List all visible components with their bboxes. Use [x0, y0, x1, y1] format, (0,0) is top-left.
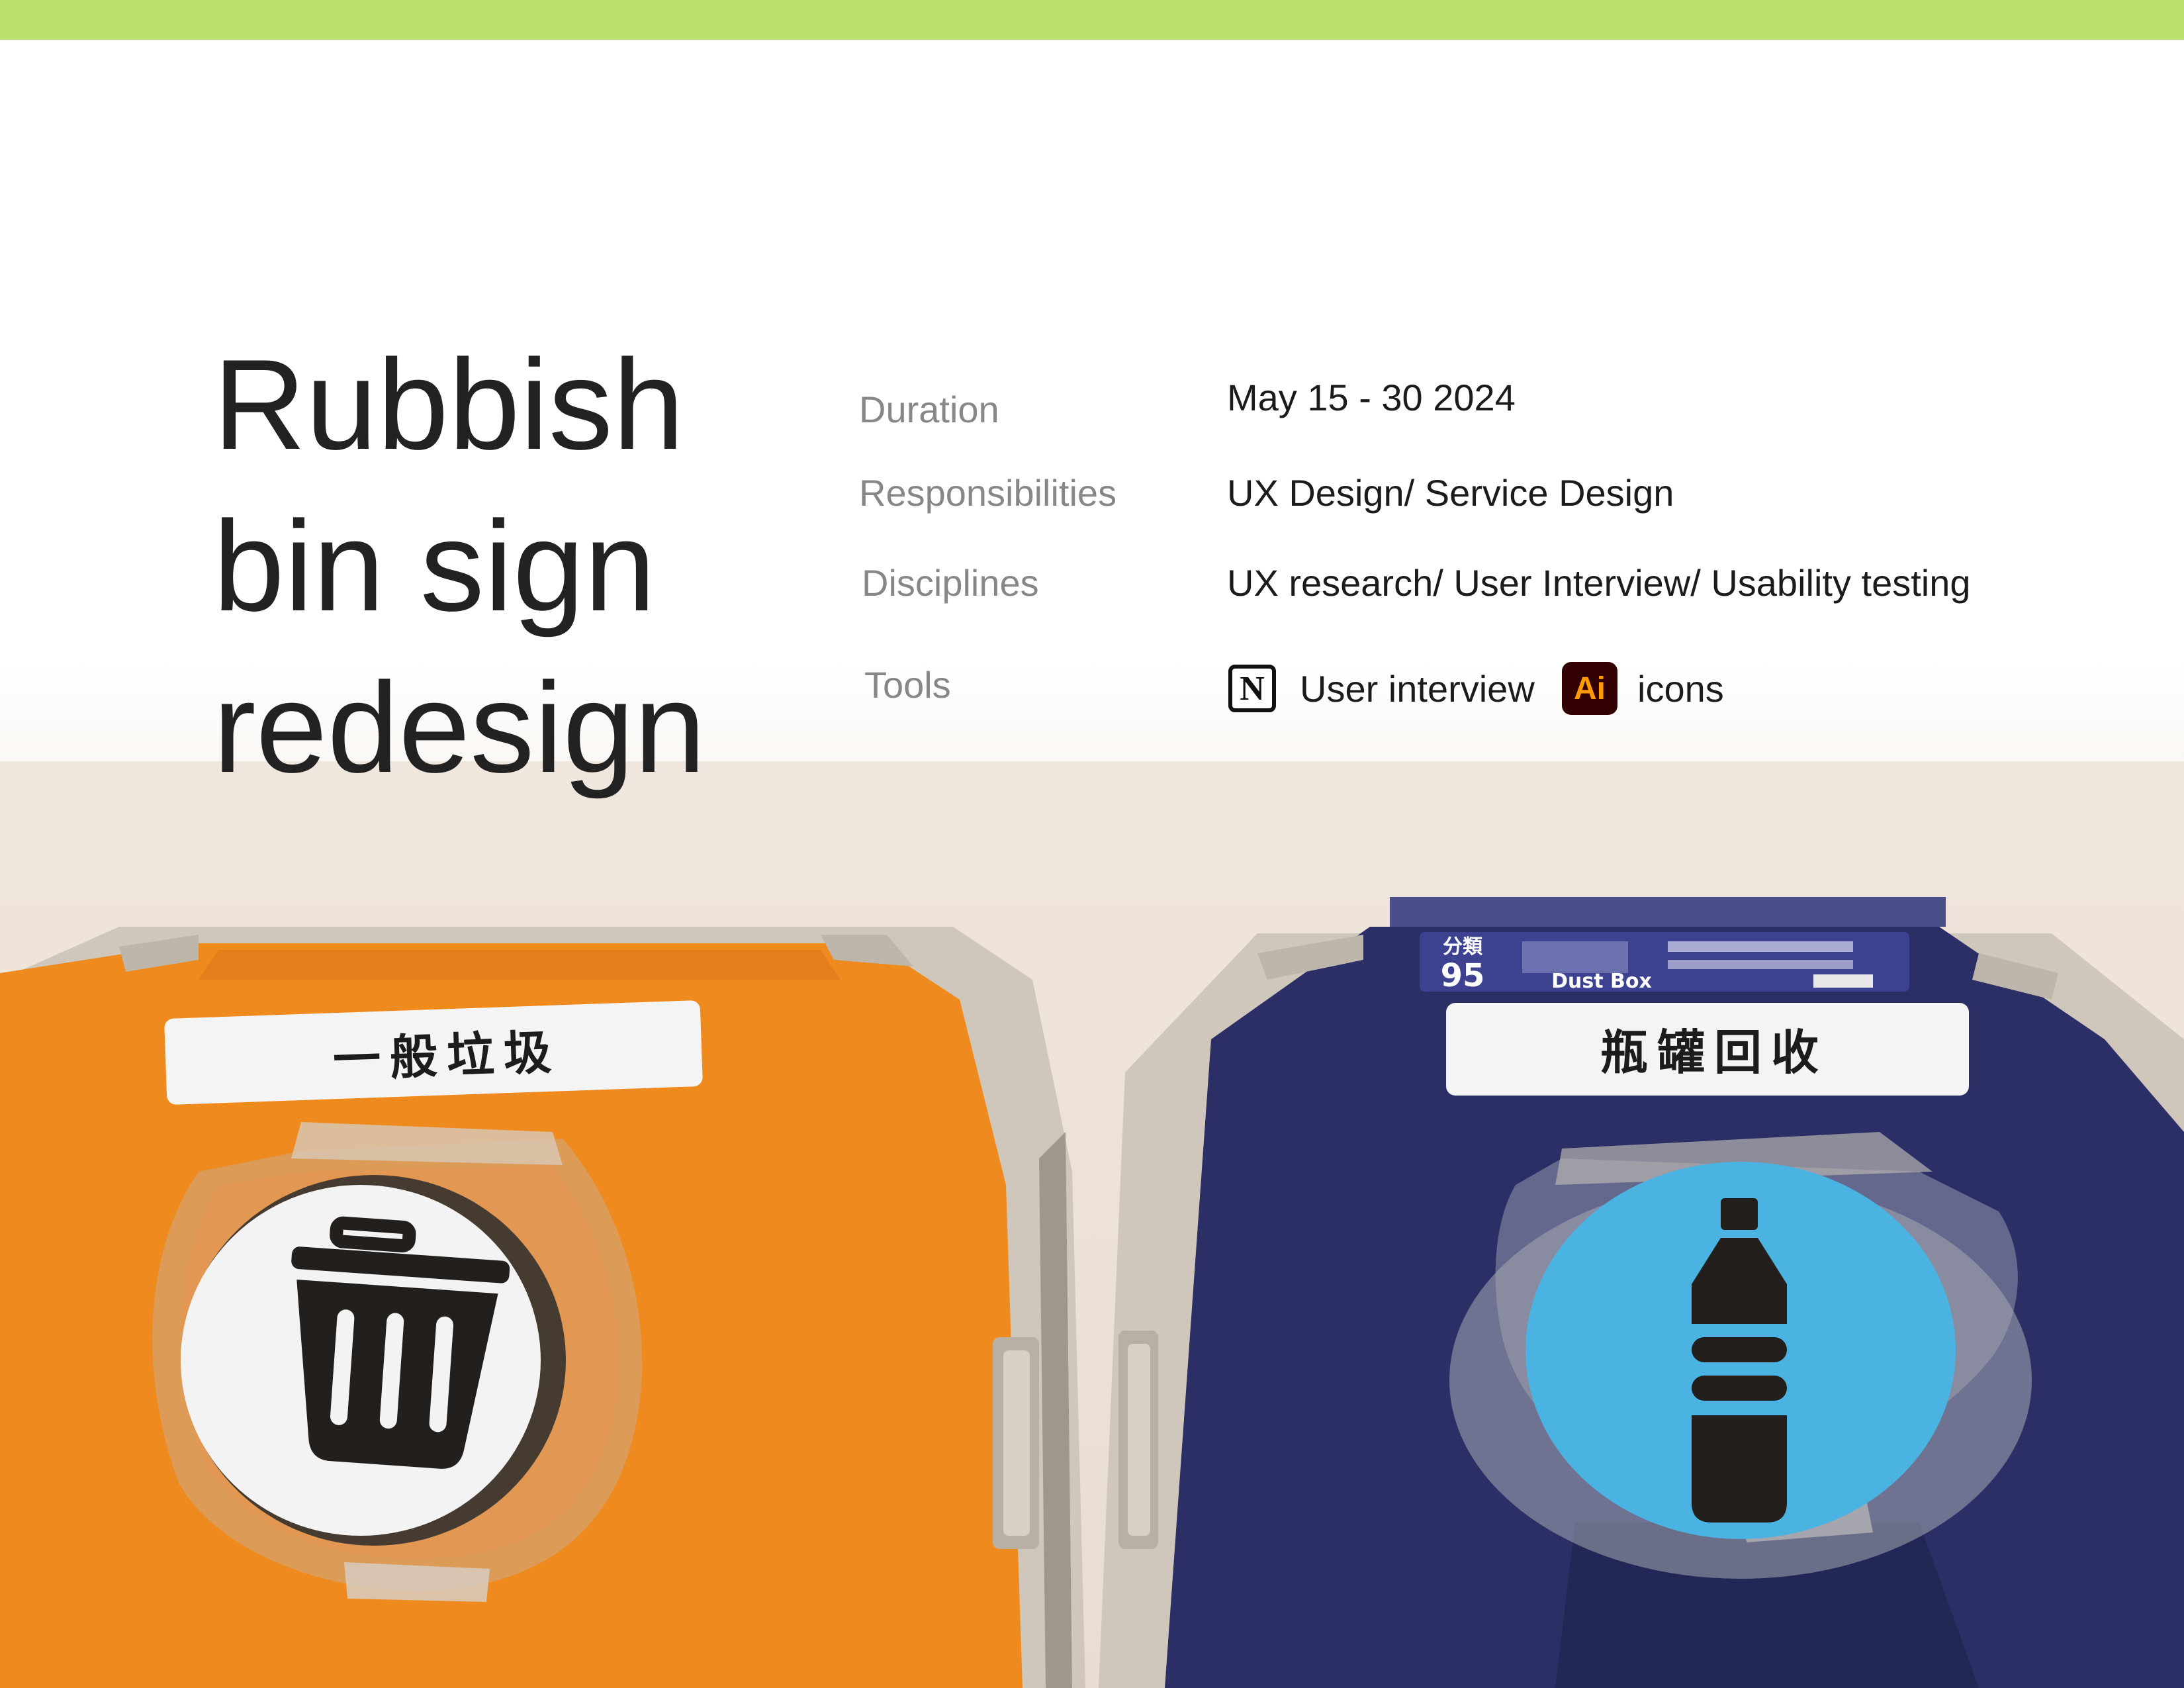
sticker-brand: Dust Box — [1551, 970, 1652, 993]
illustrator-icon: Ai — [1562, 662, 1617, 715]
price-sticker: 分類 95 Dust Box — [1420, 932, 1909, 994]
general-waste-sign-text: 一般垃圾 — [332, 1024, 562, 1088]
tool-illustrator-label: icons — [1637, 662, 1724, 715]
disciplines-label: Disciplines — [862, 562, 1039, 604]
tools-label: Tools — [864, 664, 951, 706]
illustrator-tool-label: icons — [1637, 667, 1724, 710]
recycling-sign-text: 瓶罐回收 — [1600, 1025, 1828, 1080]
disciplines-value: UX research/ User Interview/ Usability t… — [1227, 562, 1971, 604]
tool-notion-label: User interview — [1300, 662, 1535, 715]
sticker-price: 95 — [1441, 957, 1485, 994]
recycling-label: 瓶罐回收 — [1446, 1003, 1969, 1096]
duration-value: May 15 - 30 2024 — [1227, 377, 1516, 418]
tool-notion: N — [1228, 662, 1276, 715]
title-line-3: redesign — [213, 656, 706, 800]
title-line-2: bin sign — [213, 494, 656, 638]
title-line-1: Rubbish — [213, 333, 684, 477]
notion-tool-label: User interview — [1300, 667, 1535, 710]
responsibilities-label: Responsibilities — [859, 472, 1117, 514]
sticker-category: 分類 — [1443, 935, 1483, 959]
bins-photo: 一般垃圾 分類 95 Dust Box 瓶罐回收 — [0, 761, 2184, 1688]
notion-icon: N — [1228, 665, 1276, 712]
project-title: Rubbish bin sign redesign — [213, 324, 705, 809]
responsibilities-value: UX Design/ Service Design — [1227, 472, 1674, 514]
duration-label: Duration — [859, 389, 999, 430]
tool-illustrator: Ai — [1562, 662, 1617, 715]
top-accent-bar — [0, 0, 2184, 40]
